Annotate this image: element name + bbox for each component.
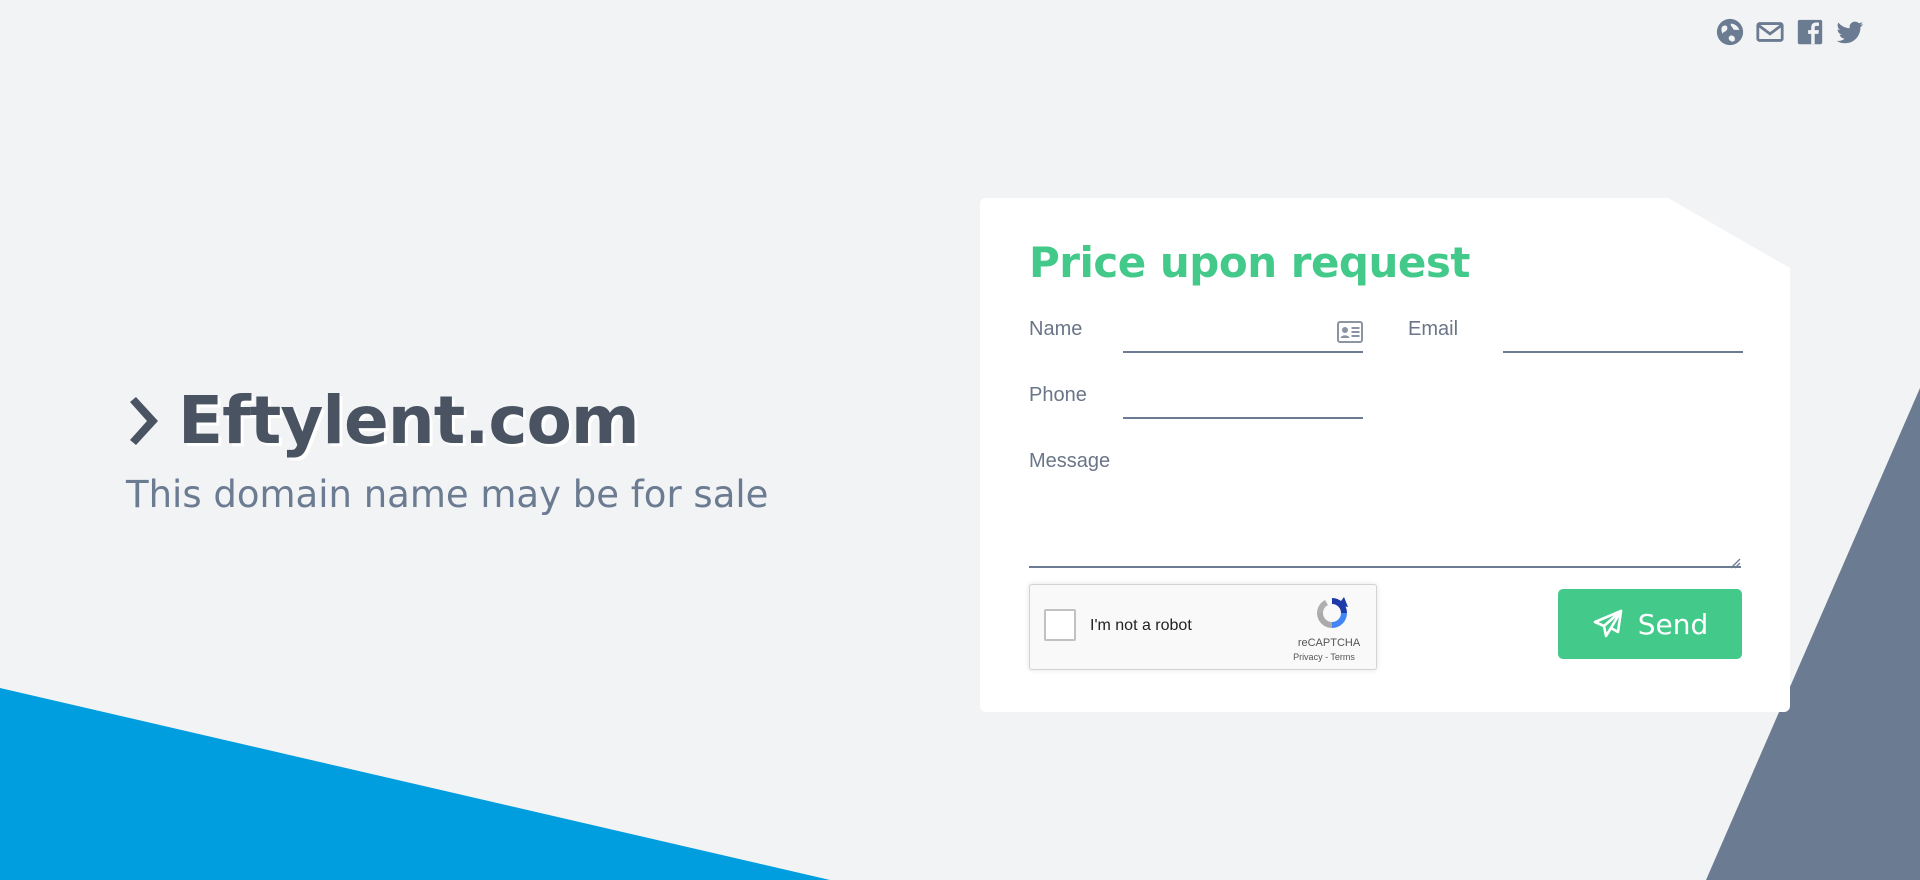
message-field-wrapper [1029, 468, 1745, 570]
mail-icon[interactable] [1754, 16, 1786, 48]
form-title: Price upon request [1029, 238, 1470, 287]
recaptcha-checkbox[interactable] [1044, 609, 1076, 641]
page: Eftylent.com This domain name may be for… [0, 0, 1920, 880]
domain-name: Eftylent.com [178, 382, 640, 459]
resize-handle-icon[interactable] [1729, 554, 1741, 569]
recaptcha-label: I'm not a robot [1090, 617, 1192, 634]
globe-icon[interactable] [1714, 16, 1746, 48]
email-field-wrapper [1503, 313, 1747, 353]
twitter-icon[interactable] [1834, 16, 1866, 48]
recaptcha-privacy-link[interactable]: Privacy [1293, 652, 1323, 662]
recaptcha-links: Privacy - Terms [1284, 652, 1364, 662]
recaptcha-logo-icon [1314, 595, 1350, 631]
facebook-icon[interactable] [1794, 16, 1826, 48]
domain-heading: Eftylent.com [126, 382, 768, 459]
email-input[interactable] [1503, 313, 1747, 353]
recaptcha-widget: I'm not a robot reCAPTCHA Privacy - Term… [1029, 584, 1377, 670]
paper-plane-icon [1593, 609, 1623, 638]
blue-triangle-shape [0, 688, 830, 880]
chevron-right-icon [126, 396, 160, 446]
recaptcha-terms-link[interactable]: Terms [1330, 652, 1355, 662]
phone-input[interactable] [1123, 379, 1367, 419]
message-textarea[interactable] [1029, 468, 1745, 570]
contact-form-card: Price upon request Name Email Phone Mess… [980, 198, 1790, 712]
name-field-wrapper [1123, 313, 1367, 353]
send-label: Send [1637, 607, 1709, 641]
domain-subtitle: This domain name may be for sale [126, 473, 769, 516]
social-links [1714, 16, 1866, 48]
name-label: Name [1029, 318, 1083, 340]
email-label: Email [1408, 318, 1459, 340]
name-input[interactable] [1123, 313, 1367, 353]
hero: Eftylent.com This domain name may be for… [126, 382, 768, 516]
recaptcha-brand: reCAPTCHA [1297, 637, 1361, 649]
phone-field-wrapper [1123, 379, 1367, 419]
contact-card-icon [1337, 321, 1363, 343]
send-button[interactable]: Send [1558, 589, 1742, 659]
phone-label: Phone [1029, 384, 1087, 406]
